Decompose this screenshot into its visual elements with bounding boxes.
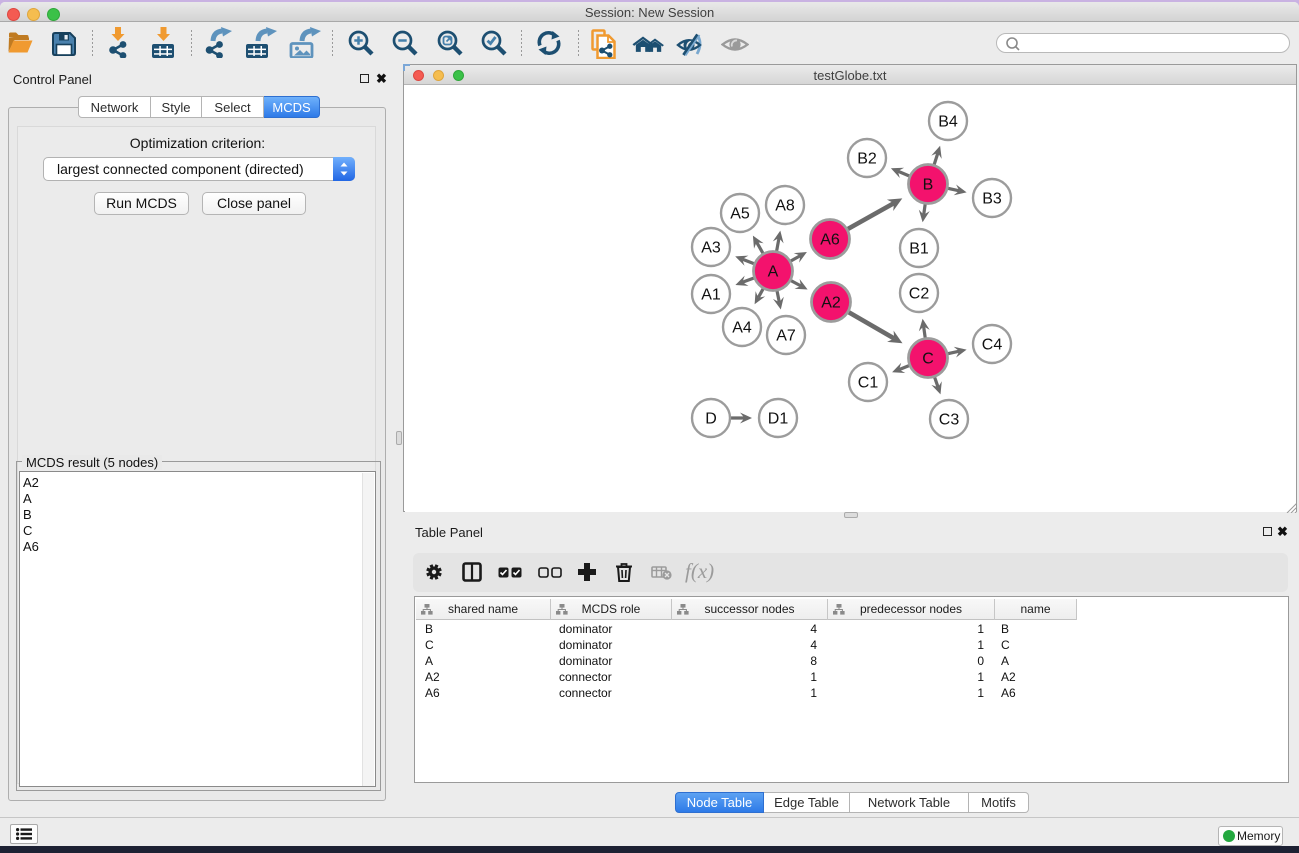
- svg-text:A4: A4: [732, 320, 752, 337]
- svg-text:D1: D1: [768, 411, 789, 428]
- svg-text:C4: C4: [982, 337, 1003, 354]
- svg-text:A8: A8: [775, 198, 795, 215]
- svg-text:A6: A6: [820, 232, 840, 249]
- svg-text:C2: C2: [909, 286, 930, 303]
- svg-text:B3: B3: [982, 191, 1002, 208]
- svg-text:C3: C3: [939, 412, 960, 429]
- svg-text:B2: B2: [857, 151, 877, 168]
- svg-text:A: A: [768, 264, 779, 281]
- svg-text:B4: B4: [938, 114, 958, 131]
- svg-text:C: C: [922, 351, 934, 368]
- svg-text:A7: A7: [776, 328, 796, 345]
- svg-text:A2: A2: [821, 295, 841, 312]
- svg-text:A5: A5: [730, 206, 750, 223]
- svg-text:D: D: [705, 411, 717, 428]
- svg-text:C1: C1: [858, 375, 879, 392]
- svg-text:A1: A1: [701, 287, 721, 304]
- svg-text:B1: B1: [909, 241, 929, 258]
- svg-text:A3: A3: [701, 240, 721, 257]
- svg-text:B: B: [923, 177, 934, 194]
